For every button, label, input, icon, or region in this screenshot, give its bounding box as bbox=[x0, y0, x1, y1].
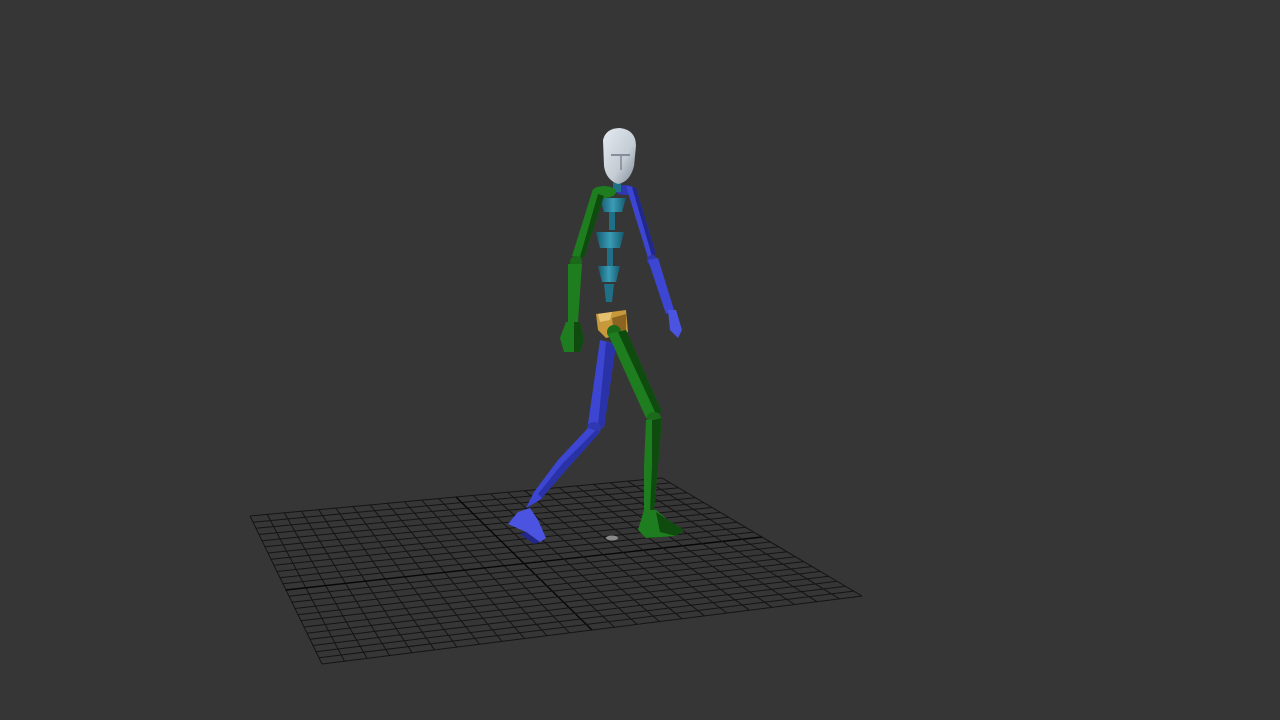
spine-link-2[interactable] bbox=[596, 232, 624, 248]
spine-link-1[interactable] bbox=[600, 198, 626, 212]
center-of-mass-marker[interactable] bbox=[606, 535, 618, 541]
spine-stem-1 bbox=[609, 212, 615, 230]
spine-stem-2 bbox=[607, 248, 613, 266]
viewport-scene[interactable] bbox=[0, 0, 1280, 720]
3d-viewport[interactable] bbox=[0, 0, 1280, 720]
